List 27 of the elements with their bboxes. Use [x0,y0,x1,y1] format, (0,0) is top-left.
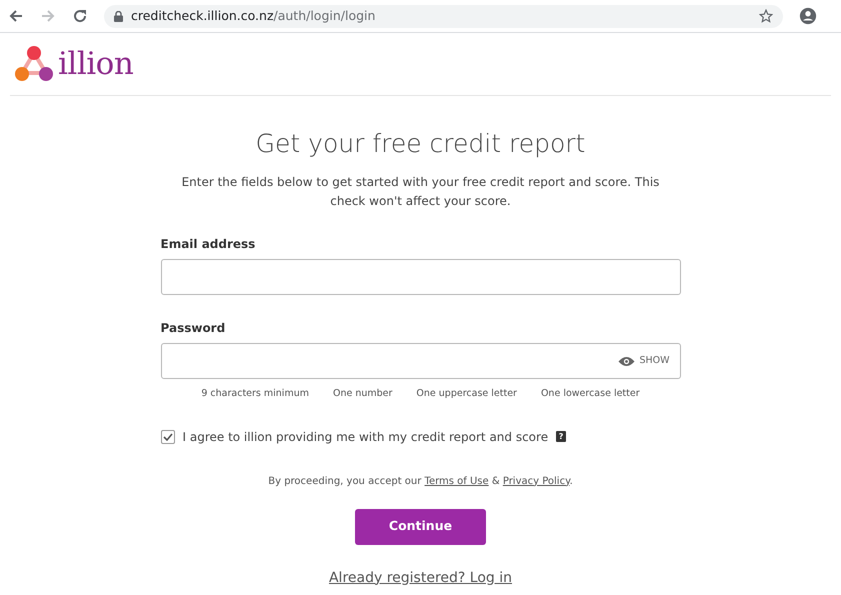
field-label: Password [160,320,226,338]
field-label: Email address [160,236,256,254]
star-icon[interactable] [759,9,773,23]
requirement-text: One number [332,387,392,402]
requirement-text: 9 characters minimum [201,387,309,402]
requirement-text: One lowercase letter [540,387,640,402]
legal-text: By proceeding, you accept our Terms of Use & Privacy Policy. [267,474,574,489]
input-field[interactable] [160,259,680,296]
checkbox-label: I agree to illion providing me with my credit report and score [182,428,548,446]
reload-icon[interactable] [72,8,88,24]
eye-icon [618,356,636,367]
logo-text: illion [58,48,134,80]
back-icon[interactable] [8,8,24,24]
intro-text: Enter the fields below to get started with your free credit report and score. This check won't affect your score. [180,174,660,210]
help-icon[interactable]: ? [556,431,566,442]
profile-icon[interactable] [799,7,817,25]
logo-icon [14,44,54,84]
login-link[interactable]: Already registered? Log in [328,570,512,586]
continue-button[interactable]: Continue [355,508,486,545]
link[interactable]: Terms of Use [424,476,489,487]
input-field[interactable]: SHOW [160,343,680,380]
requirement-text: One uppercase letter [416,387,517,402]
show-button[interactable]: SHOW [618,354,670,368]
checkbox[interactable] [160,430,174,444]
lock-icon [114,10,123,22]
page-heading: Get your free credit report [254,129,586,159]
link[interactable]: Privacy Policy [502,476,570,487]
